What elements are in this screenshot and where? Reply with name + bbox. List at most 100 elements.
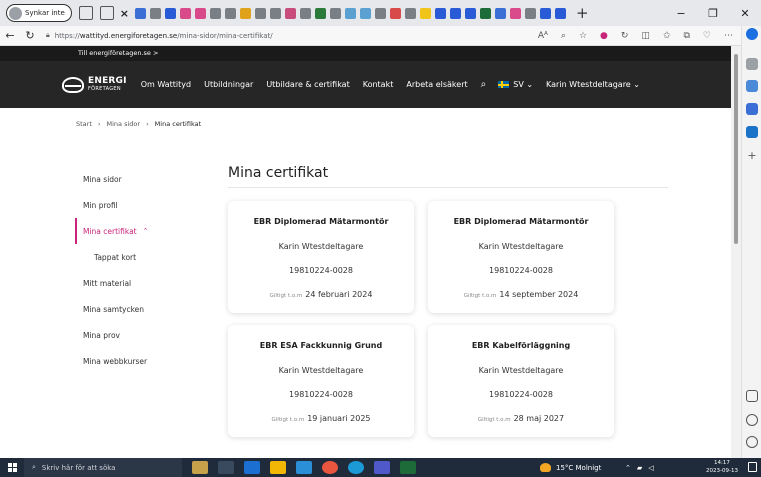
taskbar-app-icon[interactable] [244,461,260,474]
tab-favicon[interactable] [225,7,236,19]
tab-favicon[interactable] [135,7,146,19]
tab-favicon[interactable] [480,7,491,19]
certificate-card[interactable]: EBR Diplomerad Mätarmontör Karin Wtestde… [228,201,414,313]
tab-favicon[interactable] [330,7,341,19]
more-menu-icon[interactable]: ⋯ [724,31,733,41]
outlook-icon[interactable] [746,126,758,138]
sidebar-toggle-icon[interactable] [746,390,758,402]
new-tab-button[interactable]: + [576,4,589,22]
network-icon[interactable]: ▰ [637,464,642,472]
page-scrollbar[interactable] [731,46,741,458]
certificate-card[interactable]: EBR Diplomerad Mätarmontör Karin Wtestde… [428,201,614,313]
edge-icon[interactable] [348,461,364,474]
nav-arbeta-elsakert[interactable]: Arbeta elsäkert [406,80,467,89]
weather-widget[interactable]: 15°C Molnigt [540,458,601,477]
scrollbar-thumb[interactable] [734,54,738,244]
teams-icon[interactable] [374,461,390,474]
tab-favicon[interactable] [405,7,416,19]
close-tab-icon[interactable]: × [120,7,129,20]
shopping-icon[interactable] [746,80,758,92]
menu-item-tappat-kort[interactable]: Tappat kort [75,244,185,270]
tab-favicon[interactable] [315,7,326,19]
extension-icon[interactable]: ● [600,31,608,41]
settings-gear-icon[interactable] [746,436,758,448]
tab-favicon[interactable] [540,7,551,19]
tab-favicon[interactable] [495,7,506,19]
tab-favicon[interactable] [360,7,371,19]
close-window-button[interactable]: ✕ [729,7,761,20]
favorite-star-icon[interactable]: ☆ [579,31,587,41]
clock[interactable]: 14:17 2023-09-13 [706,459,738,475]
tab-favicon[interactable] [150,7,161,19]
menu-item-mina-certifikat[interactable]: Mina certifikat ⌃ [75,218,185,244]
nav-kontakt[interactable]: Kontakt [363,80,394,89]
certificate-card[interactable]: EBR ESA Fackkunnig Grund Karin Wtestdelt… [228,325,414,437]
language-selector[interactable]: SV ⌄ [498,80,533,89]
search-icon[interactable]: ⌕ [481,79,487,90]
tab-favicon[interactable] [210,7,221,19]
start-button[interactable] [0,458,24,477]
nav-utbildare-certifikat[interactable]: Utbildare & certifikat [266,80,349,89]
menu-item-mina-webbkurser[interactable]: Mina webbkurser [75,348,185,374]
tab-favicon[interactable] [555,7,566,19]
refresh-icon[interactable]: ↻ [20,29,40,42]
tab-favicon[interactable] [390,7,401,19]
tab-favicon[interactable] [240,7,251,19]
user-menu[interactable]: Karin Wtestdeltagare ⌄ [546,80,640,89]
menu-item-mitt-material[interactable]: Mitt material [75,270,185,296]
feedback-icon[interactable] [746,414,758,426]
workspaces-icon[interactable] [78,6,93,20]
taskbar-search[interactable]: ⌕ Skriv här för att söka [24,458,182,477]
chrome-icon[interactable] [322,461,338,474]
zoom-icon[interactable]: ⌕ [561,31,566,41]
tab-actions-icon[interactable] [99,6,114,20]
menu-item-mina-sidor[interactable]: Mina sidor [75,166,185,192]
menu-item-min-profil[interactable]: Min profil [75,192,185,218]
taskbar-app-icon[interactable] [296,461,312,474]
energiforetagen-link[interactable]: Till energiföretagen.se > [78,49,158,57]
tab-favicon[interactable] [345,7,356,19]
tab-favicon[interactable] [255,7,266,19]
add-sidebar-app-icon[interactable]: + [746,150,758,162]
tab-favicon[interactable] [420,7,431,19]
menu-item-mina-prov[interactable]: Mina prov [75,322,185,348]
search-icon[interactable] [746,58,758,70]
refresh-extension-icon[interactable]: ↻ [621,31,629,41]
tab-favicon[interactable] [195,7,206,19]
read-aloud-icon[interactable]: Aᴬ [538,31,548,41]
breadcrumb-start[interactable]: Start [76,120,92,128]
minimize-button[interactable]: − [665,7,697,20]
taskbar-app-icon[interactable] [192,461,208,474]
collections-icon[interactable]: ⧉ [683,31,689,41]
menu-item-mina-samtycken[interactable]: Mina samtycken [75,296,185,322]
tools-icon[interactable] [746,103,758,115]
url-field[interactable]: 🔒︎ https://wattityd.energiforetagen.se/m… [46,31,273,40]
restore-button[interactable]: ❐ [697,7,729,20]
excel-icon[interactable] [400,461,416,474]
tab-favicon[interactable] [375,7,386,19]
back-icon[interactable]: ← [0,29,20,42]
volume-icon[interactable]: ◁ [648,464,653,472]
certificate-card[interactable]: EBR Kabelförläggning Karin Wtestdeltagar… [428,325,614,437]
nav-om-wattityd[interactable]: Om Wattityd [141,80,191,89]
tab-favicon[interactable] [285,7,296,19]
copilot-icon[interactable] [746,28,758,40]
tab-favicon[interactable] [300,7,311,19]
tab-favicon[interactable] [180,7,191,19]
breadcrumb-mina-sidor[interactable]: Mina sidor [107,120,141,128]
tab-favicon[interactable] [165,7,176,19]
nav-utbildningar[interactable]: Utbildningar [204,80,253,89]
split-screen-icon[interactable]: ◫ [641,31,650,41]
tab-favicon[interactable] [465,7,476,19]
file-explorer-icon[interactable] [270,461,286,474]
task-view-icon[interactable] [218,461,234,474]
notification-icon[interactable] [748,462,757,472]
tab-favicon[interactable] [270,7,281,19]
tab-favicon[interactable] [435,7,446,19]
browser-essentials-icon[interactable]: ♡ [703,31,711,41]
profile-button[interactable]: Synkar inte [6,4,72,22]
tab-favicon[interactable] [525,7,536,19]
tab-favicon[interactable] [510,7,521,19]
tray-chevron-icon[interactable]: ⌃ [625,464,631,472]
favorites-icon[interactable]: ✩ [663,31,671,41]
